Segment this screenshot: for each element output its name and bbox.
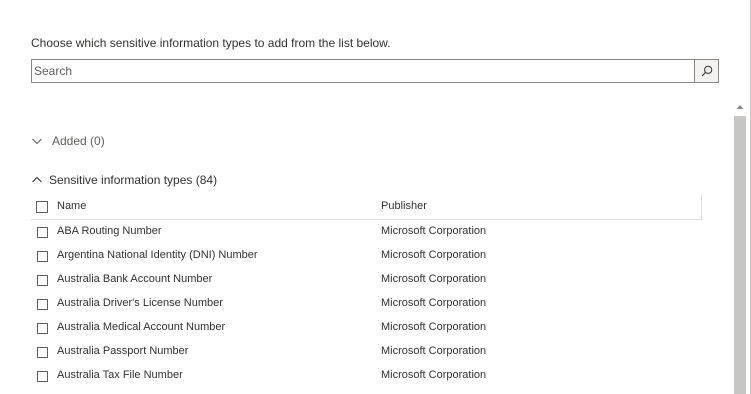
row-name: Australia Driver's License Number [57,297,223,309]
row-publisher: Microsoft Corporation [381,273,487,285]
instruction-text: Choose which sensitive information types… [31,36,391,50]
table-row[interactable]: Australia Medical Account Number Microso… [31,316,702,340]
row-publisher: Microsoft Corporation [381,297,487,309]
row-checkbox[interactable] [37,251,48,262]
row-name: Australia Tax File Number [57,369,183,381]
row-name: Australia Bank Account Number [57,273,213,285]
table-row[interactable]: Australia Driver's License Number Micros… [31,292,702,316]
sensitive-types-table: Name Publisher ABA Routing Number Micros… [31,194,702,388]
chevron-up-icon [31,174,43,186]
row-name: Australia Passport Number [57,345,189,357]
row-name: Australia Medical Account Number [57,321,226,333]
row-publisher: Microsoft Corporation [381,345,487,357]
scrollbar-thumb[interactable] [734,116,746,394]
chevron-down-icon [31,135,43,147]
row-publisher: Microsoft Corporation [381,369,487,381]
row-checkbox[interactable] [37,323,48,334]
row-checkbox[interactable] [37,227,48,238]
sensitive-info-picker-panel: Choose which sensitive information types… [0,0,751,394]
table-row[interactable]: ABA Routing Number Microsoft Corporation [31,220,702,244]
added-section-toggle[interactable]: Added (0) [31,132,105,150]
select-all-checkbox[interactable] [36,201,48,213]
added-section-label: Added (0) [52,134,105,148]
row-publisher: Microsoft Corporation [381,249,487,261]
table-row[interactable]: Australia Tax File Number Microsoft Corp… [31,364,702,388]
scroll-up-arrow-icon[interactable] [733,100,747,114]
row-name: ABA Routing Number [57,225,162,237]
row-checkbox[interactable] [37,371,48,382]
table-row[interactable]: Australia Bank Account Number Microsoft … [31,268,702,292]
search-icon [701,65,712,77]
row-checkbox[interactable] [37,275,48,286]
column-header-publisher[interactable]: Publisher [381,200,427,212]
search-button[interactable] [694,59,719,83]
types-section-toggle[interactable]: Sensitive information types (84) [31,171,217,189]
table-row[interactable]: Argentina National Identity (DNI) Number… [31,244,702,268]
row-checkbox[interactable] [37,299,48,310]
column-header-name[interactable]: Name [57,200,86,212]
types-section-label: Sensitive information types (84) [49,173,218,187]
table-header: Name Publisher [31,194,702,220]
row-name: Argentina National Identity (DNI) Number [57,249,258,261]
row-publisher: Microsoft Corporation [381,225,487,237]
search-input[interactable] [31,59,694,83]
row-checkbox[interactable] [37,347,48,358]
search-box [31,59,719,83]
row-publisher: Microsoft Corporation [381,321,487,333]
vertical-scrollbar[interactable] [733,100,747,394]
table-row[interactable]: Australia Passport Number Microsoft Corp… [31,340,702,364]
